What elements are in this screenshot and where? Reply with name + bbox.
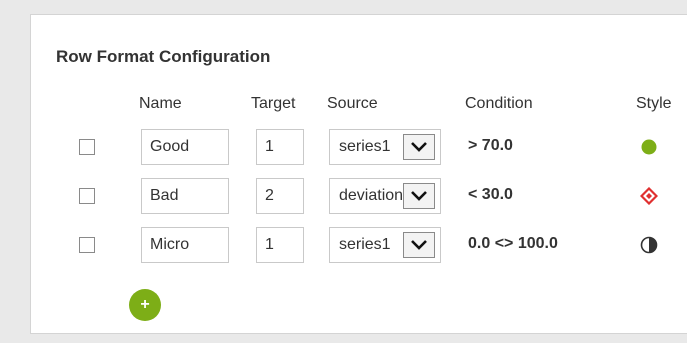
green-circle-icon[interactable]	[640, 138, 658, 156]
name-input[interactable]	[141, 227, 229, 263]
panel-title: Row Format Configuration	[56, 47, 271, 66]
name-input[interactable]	[141, 178, 229, 214]
column-header-name: Name	[139, 95, 182, 112]
source-select-value: series1	[339, 138, 391, 155]
chevron-down-icon	[411, 142, 427, 152]
row-select-checkbox[interactable]	[79, 237, 95, 253]
condition-text: > 70.0	[468, 137, 513, 154]
dropdown-button[interactable]	[403, 134, 435, 160]
red-diamond-icon[interactable]	[640, 187, 658, 205]
source-select[interactable]: deviation	[329, 178, 441, 214]
table-row: series1 > 70.0	[31, 129, 687, 169]
table-row: deviation < 30.0	[31, 178, 687, 218]
add-row-button[interactable]: +	[129, 289, 161, 321]
column-header-style: Style	[636, 95, 672, 112]
half-circle-icon[interactable]	[640, 236, 658, 254]
source-select-value: deviation	[339, 187, 403, 204]
chevron-down-icon	[411, 240, 427, 250]
plus-icon: +	[140, 296, 150, 313]
name-input[interactable]	[141, 129, 229, 165]
target-input[interactable]	[256, 227, 304, 263]
condition-text: 0.0 <> 100.0	[468, 235, 558, 252]
dropdown-button[interactable]	[403, 183, 435, 209]
table-row: series1 0.0 <> 100.0	[31, 227, 687, 267]
target-input[interactable]	[256, 178, 304, 214]
chevron-down-icon	[411, 191, 427, 201]
row-format-panel: Row Format Configuration Name Target Sou…	[30, 14, 687, 334]
column-header-condition: Condition	[465, 95, 533, 112]
dropdown-button[interactable]	[403, 232, 435, 258]
column-header-target: Target	[251, 95, 296, 112]
row-select-checkbox[interactable]	[79, 139, 95, 155]
source-select[interactable]: series1	[329, 227, 441, 263]
target-input[interactable]	[256, 129, 304, 165]
row-select-checkbox[interactable]	[79, 188, 95, 204]
source-select-value: series1	[339, 236, 391, 253]
source-select[interactable]: series1	[329, 129, 441, 165]
condition-text: < 30.0	[468, 186, 513, 203]
column-header-source: Source	[327, 95, 378, 112]
